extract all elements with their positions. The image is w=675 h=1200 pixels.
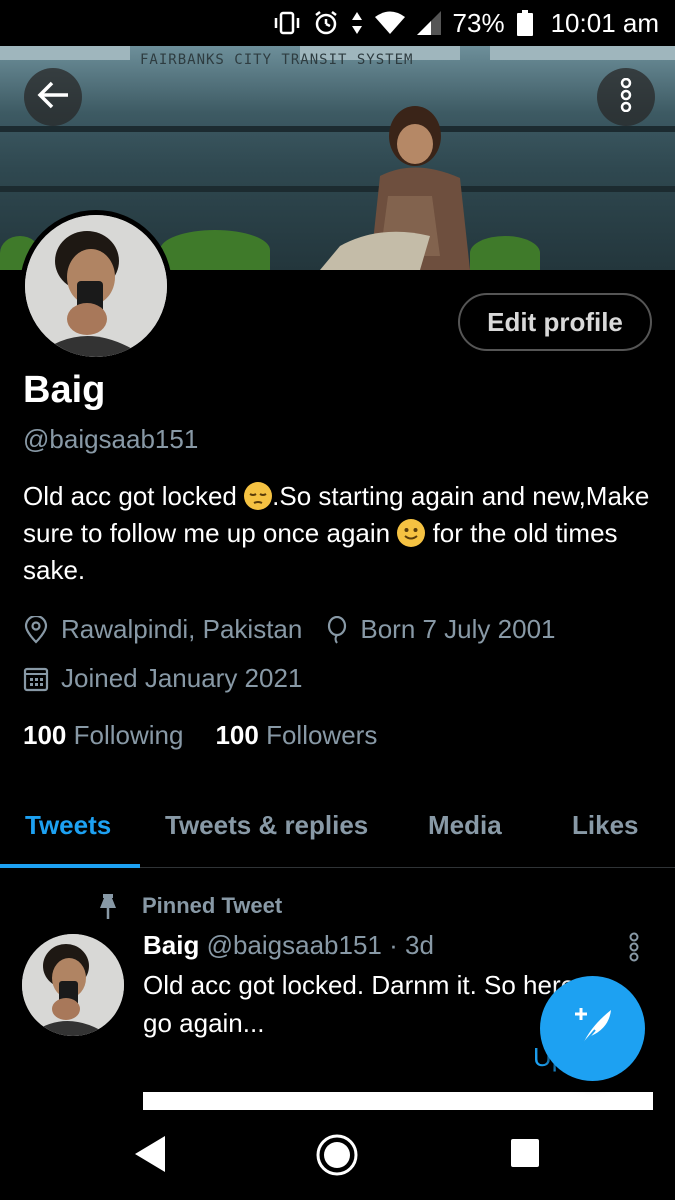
tweet-author-avatar[interactable] (22, 934, 124, 1036)
back-button[interactable] (24, 68, 82, 126)
alarm-icon (313, 10, 339, 36)
profile-meta-row: Joined January 2021 (23, 663, 302, 694)
profile-birthday: Born 7 July 2001 (360, 614, 556, 644)
profile-handle: @baigsaab151 (23, 424, 199, 454)
avatar-image (25, 215, 167, 357)
vibrate-icon (273, 11, 301, 35)
followers-count: 100 (215, 720, 259, 750)
tab-media[interactable]: Media (428, 810, 502, 841)
slightly-smiling-face-emoji (397, 519, 426, 547)
pensive-face-emoji (244, 482, 273, 510)
pin-icon (96, 892, 120, 920)
profile-joined-date: Joined January 2021 (61, 663, 303, 693)
tab-likes[interactable]: Likes (572, 810, 639, 841)
compose-tweet-button[interactable] (540, 976, 645, 1081)
data-arrows-icon (351, 11, 363, 35)
profile-location: Rawalpindi, Pakistan (61, 614, 303, 644)
followers-link[interactable]: 100 Followers (215, 720, 377, 751)
pinned-tweet-label: Pinned Tweet (96, 892, 282, 920)
profile-bio: Old acc got locked .So starting again an… (23, 478, 653, 589)
status-bar: 73% 10:01 am (0, 0, 675, 46)
edit-profile-button[interactable]: Edit profile (458, 293, 652, 351)
nav-back-icon[interactable] (133, 1134, 167, 1179)
tweet-header: Baig @baigsaab151 · 3d (143, 930, 434, 961)
banner-sign: FAIRBANKS CITY TRANSIT SYSTEM (140, 52, 414, 68)
profile-tabs: Tweets Tweets & replies Media Likes (0, 800, 675, 868)
tab-tweets[interactable]: Tweets (25, 810, 111, 841)
tweet-media-card[interactable] (143, 1092, 653, 1110)
android-nav-bar (0, 1112, 675, 1200)
active-tab-indicator (0, 864, 140, 868)
battery-percent: 73% (452, 7, 505, 38)
tweet-age: 3d (405, 930, 434, 960)
followers-label: Followers (266, 720, 378, 750)
balloon-icon (326, 615, 348, 644)
location-pin-icon (23, 615, 49, 644)
follow-stats: 100 Following 100 Followers (23, 720, 377, 751)
tweet-author-name[interactable]: Baig (143, 930, 199, 960)
nav-home-icon[interactable] (316, 1134, 358, 1181)
wifi-icon (374, 11, 405, 35)
banner-window (490, 46, 675, 60)
more-vertical-icon (619, 77, 633, 117)
following-label: Following (73, 720, 184, 750)
banner-person (320, 106, 470, 270)
banner-bush (160, 230, 270, 270)
avatar-image (22, 934, 124, 1036)
banner-window (0, 46, 130, 60)
more-options-button[interactable] (597, 68, 655, 126)
calendar-icon (23, 666, 49, 692)
more-vertical-icon (628, 932, 640, 966)
nav-recents-icon[interactable] (510, 1138, 540, 1173)
profile-name: Baig (23, 369, 106, 411)
tab-tweets-and-replies[interactable]: Tweets & replies (165, 810, 368, 841)
pinned-label-text: Pinned Tweet (142, 893, 283, 918)
tweet-separator: · (389, 930, 398, 960)
profile-meta-row: Rawalpindi, Pakistan Born 7 July 2001 (23, 614, 556, 645)
tweet-more-button[interactable] (628, 932, 640, 967)
back-arrow-icon (36, 81, 70, 114)
bio-text: Old acc got locked (23, 481, 245, 511)
compose-tweet-icon (569, 1002, 617, 1055)
following-count: 100 (23, 720, 67, 750)
following-link[interactable]: 100 Following (23, 720, 183, 751)
clock: 10:01 am (550, 7, 659, 38)
profile-avatar[interactable] (20, 210, 172, 362)
battery-icon (516, 10, 533, 36)
tweet-author-handle[interactable]: @baigsaab151 (207, 930, 382, 960)
signal-icon (416, 11, 441, 35)
